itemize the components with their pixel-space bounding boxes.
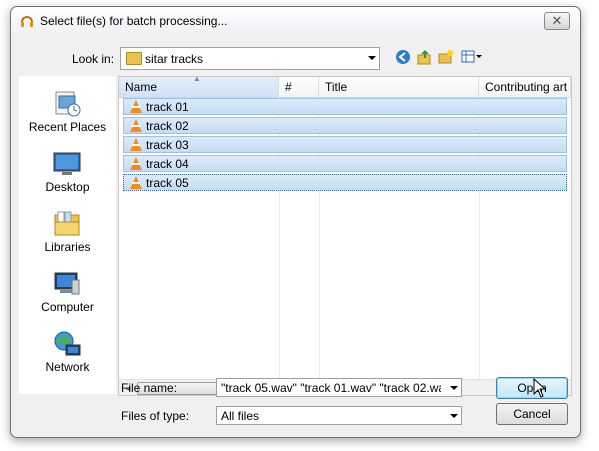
column-header-label: Name [125, 80, 158, 94]
computer-icon [54, 272, 80, 295]
place-label: Network [45, 360, 90, 374]
column-header-label: Title [325, 80, 348, 94]
column-header-name[interactable]: ▲ Name [119, 77, 279, 97]
file-list[interactable]: ▲ Name # Title Contributing art track 01… [118, 76, 572, 396]
mouse-pointer-icon [533, 378, 547, 398]
file-row[interactable]: track 02 [123, 117, 567, 134]
file-name-field[interactable]: "track 05.wav" "track 01.wav" "track 02.… [216, 378, 462, 397]
title-bar[interactable]: Select file(s) for batch processing... ✕ [11, 7, 580, 35]
file-row[interactable]: track 04 [123, 155, 567, 172]
close-button[interactable]: ✕ [544, 12, 570, 30]
back-arrow-icon[interactable] [395, 49, 411, 65]
place-label: Desktop [45, 180, 90, 194]
place-label: Recent Places [28, 120, 107, 134]
look-in-label: Look in: [72, 52, 115, 66]
libraries-icon [54, 211, 80, 236]
open-button[interactable]: Open [496, 377, 568, 399]
chevron-down-icon[interactable] [450, 414, 458, 418]
look-in-value: sitar tracks [145, 52, 204, 66]
file-name: track 05 [146, 176, 189, 190]
new-folder-icon[interactable] [438, 49, 454, 65]
cancel-button-label: Cancel [513, 407, 551, 421]
place-label: Computer [41, 300, 94, 314]
desktop-icon [53, 152, 81, 175]
window-title: Select file(s) for batch processing... [40, 14, 228, 28]
cancel-button[interactable]: Cancel [496, 403, 568, 425]
column-header-label: Contributing art [485, 80, 568, 94]
file-name: track 03 [146, 138, 189, 152]
place-network[interactable]: Network [19, 324, 116, 380]
vlc-cone-icon [130, 138, 142, 151]
column-header-title[interactable]: Title [319, 77, 479, 97]
folder-icon [126, 52, 142, 65]
file-name: track 02 [146, 119, 189, 133]
view-menu-icon[interactable] [461, 49, 483, 65]
place-label: Libraries [44, 240, 91, 254]
vlc-cone-icon [130, 157, 142, 170]
column-header-number[interactable]: # [279, 77, 319, 97]
place-desktop[interactable]: Desktop [19, 144, 116, 200]
headphones-icon [21, 16, 33, 27]
file-dialog-window: Select file(s) for batch processing... ✕… [10, 6, 581, 438]
place-computer[interactable]: Computer [19, 264, 116, 320]
sort-ascending-icon: ▲ [193, 76, 201, 83]
network-icon [54, 331, 81, 356]
column-header-contributing-artists[interactable]: Contributing art [479, 77, 571, 97]
vlc-cone-icon [130, 119, 142, 132]
column-header-label: # [285, 80, 292, 94]
column-header-row: ▲ Name # Title Contributing art [119, 77, 571, 98]
file-row[interactable]: track 05 [123, 174, 567, 191]
chevron-down-icon[interactable] [450, 386, 458, 390]
place-libraries[interactable]: Libraries [19, 204, 116, 260]
look-in-dropdown[interactable]: sitar tracks [120, 47, 380, 70]
file-type-select[interactable]: All files [216, 406, 462, 425]
vlc-cone-icon [130, 100, 142, 113]
close-icon: ✕ [551, 13, 563, 28]
chevron-down-icon[interactable] [368, 56, 376, 60]
place-recent-places[interactable]: Recent Places [19, 84, 116, 140]
file-name-label: File name: [121, 381, 178, 395]
file-row[interactable]: track 01 [123, 98, 567, 115]
vlc-cone-icon [130, 176, 142, 189]
up-folder-icon[interactable] [416, 49, 432, 65]
file-name: track 01 [146, 100, 189, 114]
file-row[interactable]: track 03 [123, 136, 567, 153]
recent-places-icon [55, 91, 81, 117]
file-type-value: All files [221, 409, 260, 423]
file-type-label: Files of type: [121, 409, 190, 423]
file-name: track 04 [146, 157, 189, 171]
dialog-body: Look in: sitar tracks Recent Places Desk… [18, 35, 573, 431]
file-name-value: "track 05.wav" "track 01.wav" "track 02.… [221, 381, 441, 395]
places-bar: Recent Places Desktop Libraries Computer [19, 76, 116, 394]
